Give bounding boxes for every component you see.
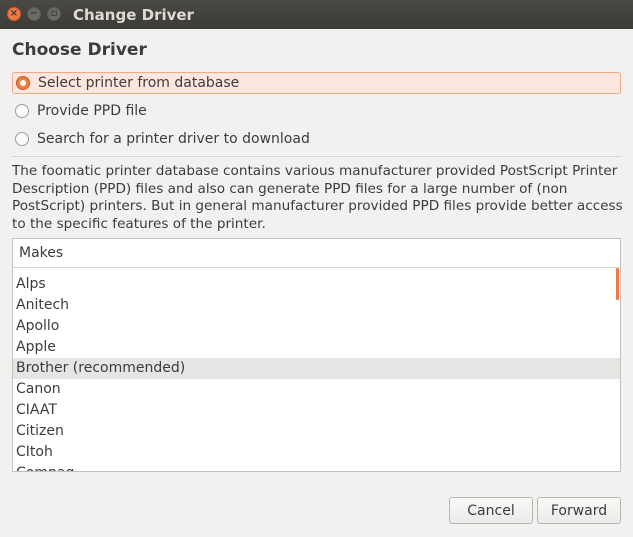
maximize-icon[interactable]: ▫: [47, 7, 61, 21]
separator: [12, 156, 621, 157]
list-item[interactable]: Apple: [13, 337, 620, 358]
list-item[interactable]: CIAAT: [13, 400, 620, 421]
option-label: Select printer from database: [38, 75, 240, 91]
list-item[interactable]: Compaq: [13, 463, 620, 471]
option-select-from-database[interactable]: Select printer from database: [12, 72, 621, 94]
dialog-heading: Choose Driver: [12, 40, 147, 60]
minimize-icon[interactable]: −: [27, 7, 41, 21]
radio-selected-icon[interactable]: [16, 76, 30, 90]
list-item[interactable]: Canon: [13, 379, 620, 400]
option-label: Search for a printer driver to download: [37, 131, 310, 147]
driver-description: The foomatic printer database contains v…: [12, 163, 623, 232]
cancel-button[interactable]: Cancel: [449, 497, 533, 524]
option-provide-ppd-file[interactable]: Provide PPD file: [12, 100, 621, 122]
scrollbar-thumb[interactable]: [616, 268, 619, 300]
radio-unselected-icon[interactable]: [15, 104, 29, 118]
makes-column-header[interactable]: Makes: [13, 239, 620, 268]
makes-scrollbar[interactable]: [614, 268, 620, 471]
title-bar: × − ▫ Change Driver: [0, 0, 633, 29]
list-item[interactable]: Alps: [13, 274, 620, 295]
list-item[interactable]: CItoh: [13, 442, 620, 463]
list-item[interactable]: Apollo: [13, 316, 620, 337]
list-item[interactable]: Anitech: [13, 295, 620, 316]
option-search-driver-download[interactable]: Search for a printer driver to download: [12, 128, 621, 150]
makes-list-box[interactable]: Makes Generic Alps Anitech Apollo Apple …: [12, 238, 621, 472]
option-label: Provide PPD file: [37, 103, 147, 119]
list-item[interactable]: Citizen: [13, 421, 620, 442]
close-icon[interactable]: ×: [7, 7, 21, 21]
forward-button[interactable]: Forward: [537, 497, 621, 524]
list-item-highlighted[interactable]: Brother (recommended): [13, 358, 620, 379]
window-title: Change Driver: [73, 6, 194, 24]
makes-list: Generic Alps Anitech Apollo Apple Brothe…: [13, 253, 620, 471]
radio-unselected-icon[interactable]: [15, 132, 29, 146]
